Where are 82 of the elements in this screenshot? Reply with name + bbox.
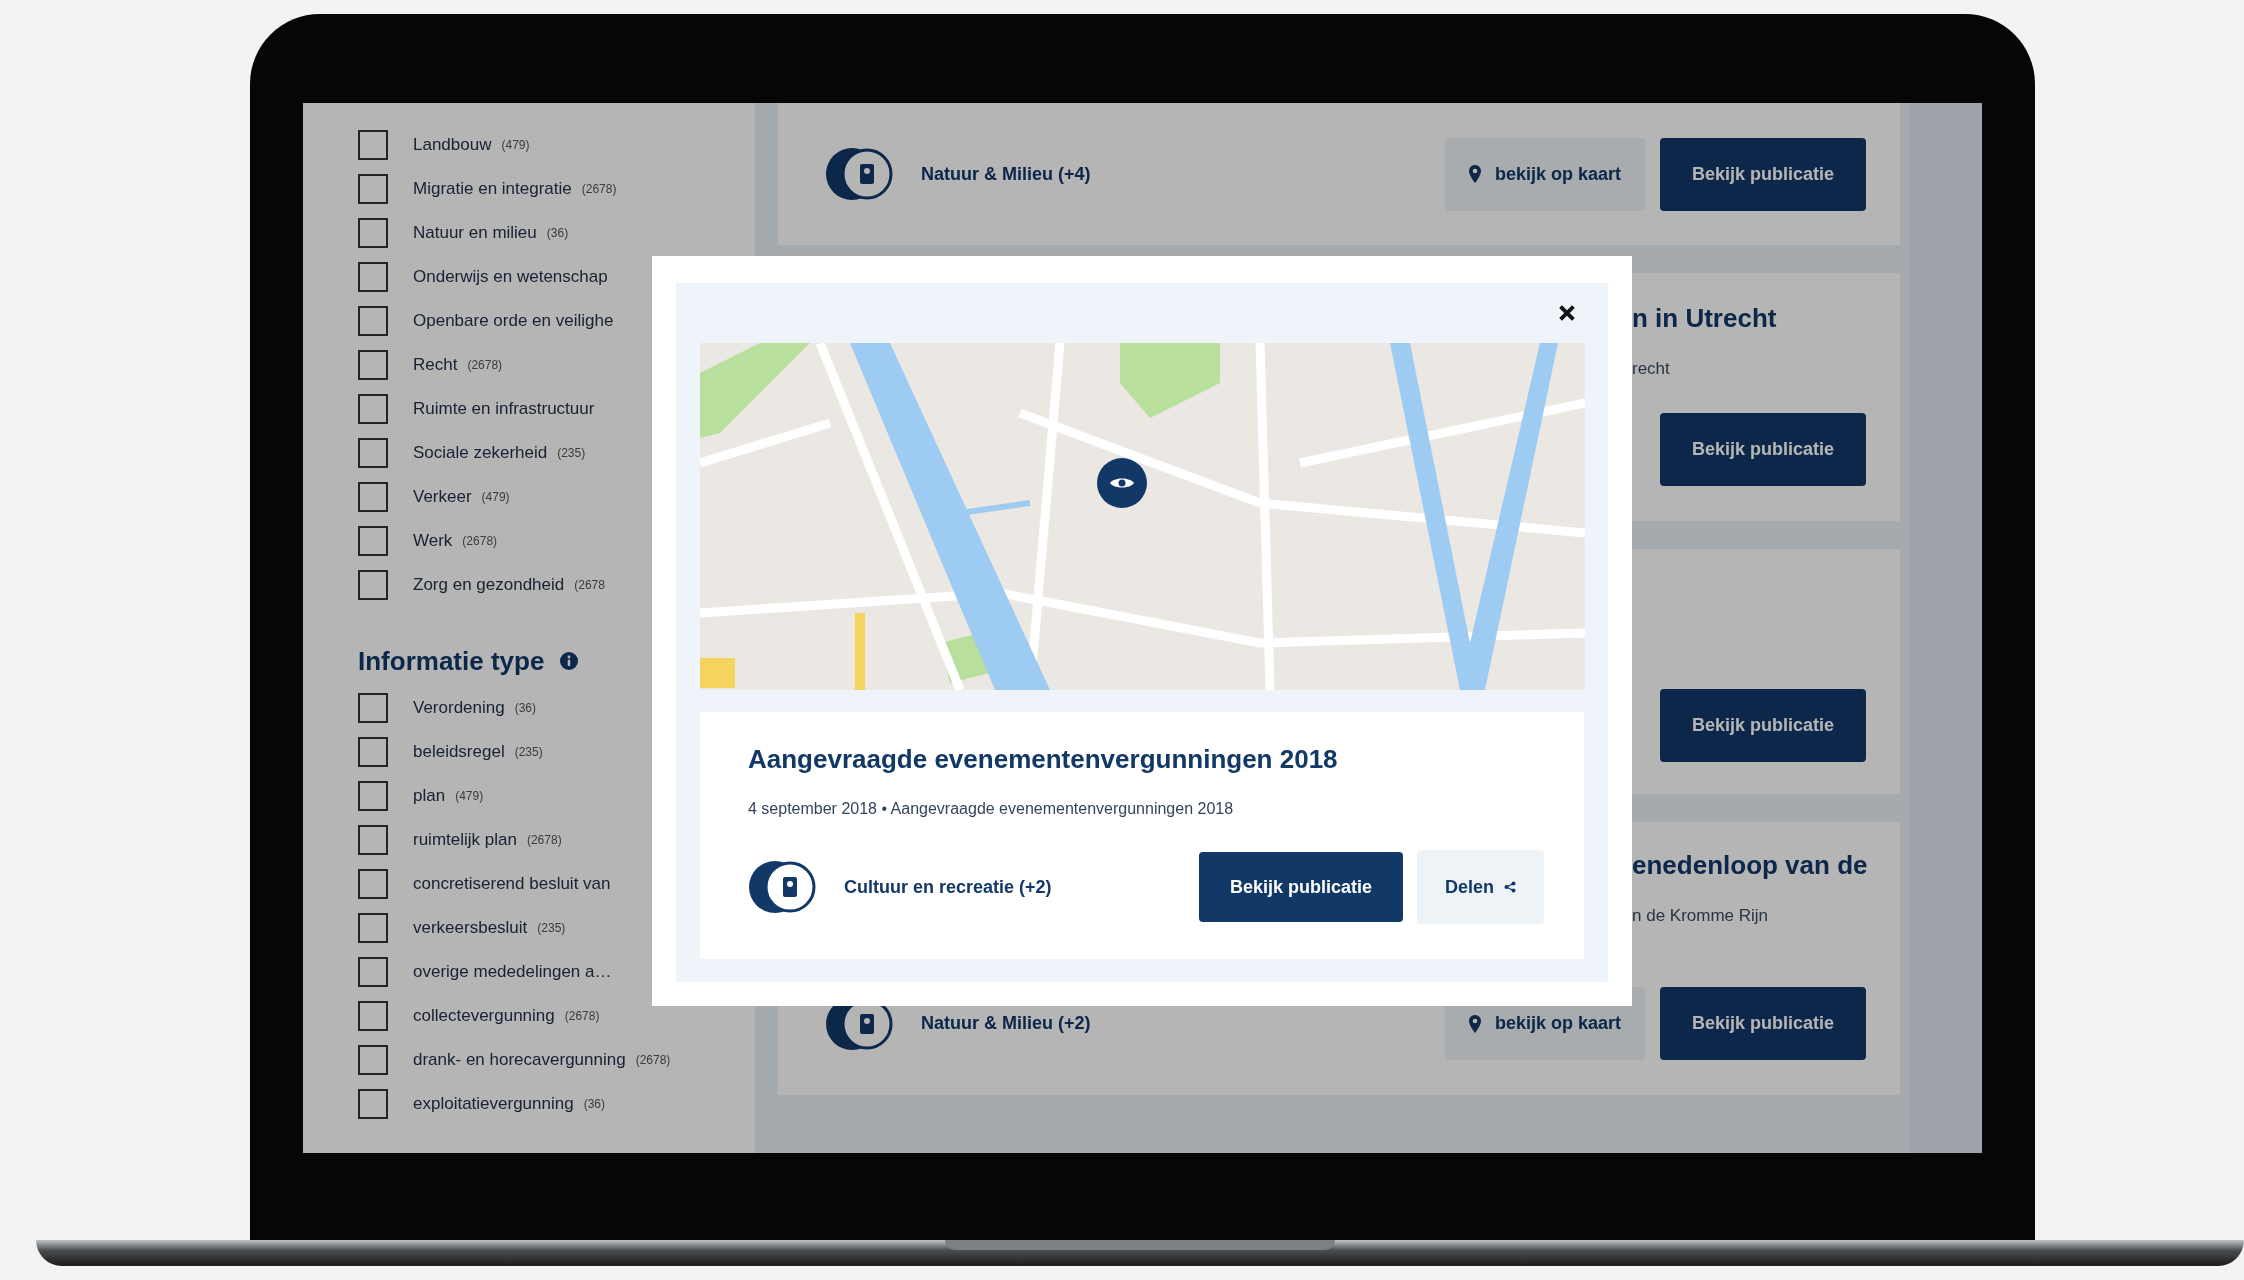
category-label: Natuur & Milieu (+2) [921,1013,1091,1034]
info-icon [560,652,579,670]
checkbox[interactable] [358,438,388,468]
checkbox[interactable] [358,693,388,723]
checkbox[interactable] [358,570,388,600]
view-publication-button[interactable]: Bekijk publicatie [1660,987,1866,1060]
share-button[interactable]: Delen [1416,850,1544,924]
view-publication-button[interactable]: Bekijk publicatie [1660,413,1866,486]
category-label: Cultuur en recreatie (+2) [844,876,1052,898]
filter-label: ruimtelijk plan [413,830,517,850]
filter-count: (36) [583,1097,605,1111]
filter-label: exploitatievergunning [413,1094,574,1114]
section-heading: Informatie type [358,645,545,677]
checkbox[interactable] [358,350,388,380]
filter-label: Landbouw [413,135,492,155]
card-subtitle: recht [1632,358,1671,380]
checkbox[interactable] [358,526,388,556]
publication-title: Aangevraagde evenementenvergunningen 2018 [748,743,1339,776]
filter-label: collectevergunning [413,1006,555,1026]
filter-count: (479) [455,789,484,803]
filter-label: beleidsregel [413,742,505,762]
filter-label: overige mededelingen a… [413,962,612,982]
checkbox[interactable] [358,825,388,855]
card-title: enedenloop van de [1632,849,1869,882]
filter-label: Sociale zekerheid [413,443,548,463]
filter-count: (235) [537,921,566,935]
checkbox[interactable] [358,869,388,899]
filter-count: (36) [514,701,537,715]
checkbox[interactable] [358,306,388,336]
checkbox[interactable] [358,1001,388,1031]
checkbox[interactable] [358,913,388,943]
filter-label: Onderwijs en wetenschap [413,267,608,287]
filter-label: drank- en horecavergunning [413,1050,626,1070]
map-button[interactable]: bekijk op kaart [1444,137,1645,211]
checkbox[interactable] [358,394,388,424]
card-subtitle: n de Kromme Rijn [1632,905,1770,927]
filter-label: concretiserend besluit van [413,874,611,894]
checkbox[interactable] [358,957,388,987]
filter-count: (2678) [467,358,503,372]
filter-count: (2678) [526,833,562,847]
filter-count: (2678) [462,534,498,548]
view-publication-button[interactable]: Bekijk publicatie [1660,689,1866,762]
filter-label: Zorg en gezondheid [413,575,565,595]
filter-label: plan [413,786,446,806]
filter-label: Verordening [413,698,505,718]
filter-count: (2678) [635,1053,671,1067]
view-publication-button[interactable]: Bekijk publicatie [1660,137,1866,211]
share-icon [1504,881,1516,893]
close-icon [1558,304,1576,322]
filter-label: Migratie en integratie [413,179,572,199]
filter-count: (235) [557,446,586,460]
checkbox[interactable] [358,737,388,767]
checkbox[interactable] [358,174,388,204]
view-publication-button[interactable]: Bekijk publicatie [1198,852,1403,922]
filter-label: Ruimte en infrastructuur [413,399,595,419]
filter-count: (2678 [574,578,605,592]
pin-icon [1468,1014,1481,1033]
filter-count: (479) [501,138,530,152]
filter-count: (36) [546,226,569,240]
checkbox[interactable] [358,482,388,512]
card-title: n in Utrecht [1632,302,1778,335]
checkbox[interactable] [358,130,388,160]
close-button[interactable] [1558,304,1576,322]
filter-label: Verkeer [413,487,472,507]
checkbox[interactable] [358,218,388,248]
checkbox[interactable] [358,1045,388,1075]
filter-label: Natuur en milieu [413,223,537,243]
pin-icon [1468,165,1481,183]
publication-meta: 4 september 2018 • Aangevraagde evenementenvergunningen 2018 [748,800,1235,818]
filter-count: (479) [481,490,510,504]
filter-count: (2678) [564,1009,600,1023]
filter-label: Werk [413,531,453,551]
filter-count: (235) [514,745,543,759]
filter-label: verkeersbesluit [413,918,528,938]
filter-label: Recht [413,355,458,375]
checkbox[interactable] [358,781,388,811]
checkbox[interactable] [358,262,388,292]
map-marker-icon [1097,458,1147,508]
filter-label: Openbare orde en veilighe [413,311,614,331]
category-label: Natuur & Milieu (+4) [921,163,1091,185]
filter-count: (2678) [581,182,617,196]
checkbox[interactable] [358,1089,388,1119]
